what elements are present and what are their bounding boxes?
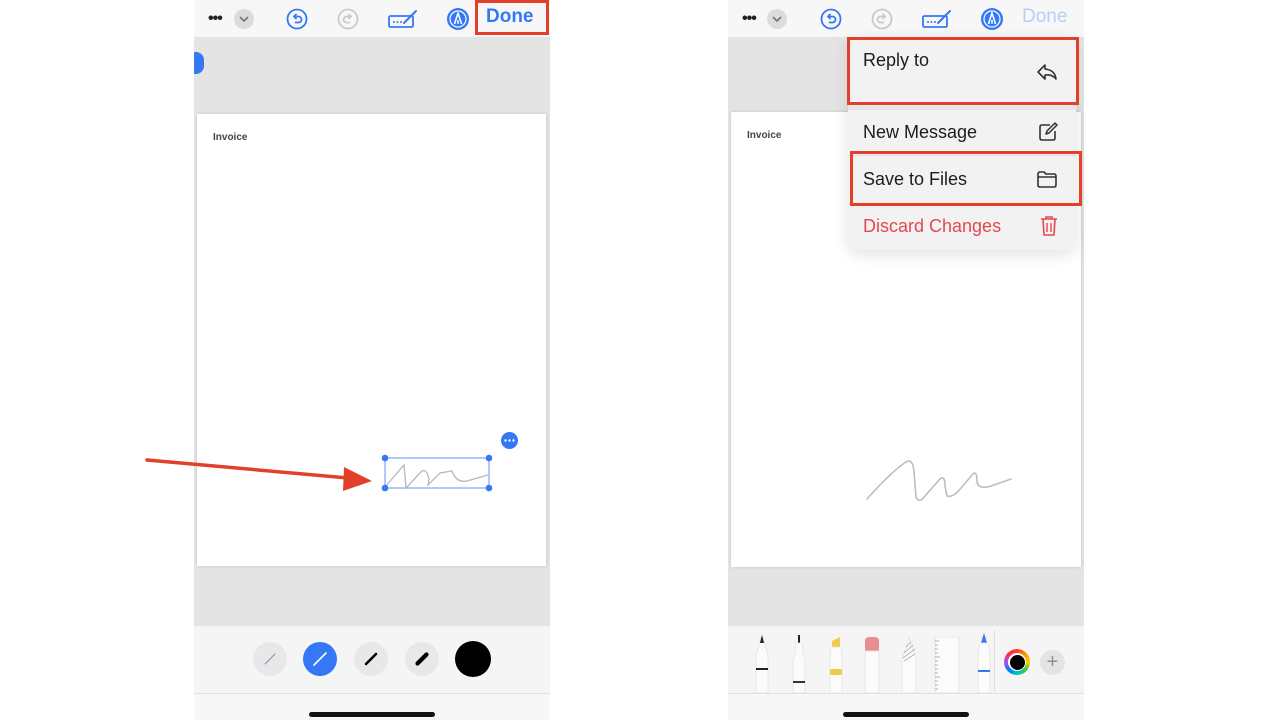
reply-icon	[1037, 64, 1057, 80]
selection-handle	[485, 454, 493, 462]
signature-drawing[interactable]	[861, 452, 1021, 512]
document-title: Invoice	[747, 130, 782, 141]
done-button[interactable]: Done	[486, 5, 534, 29]
stroke-thick-icon	[364, 652, 378, 666]
menu-item-label: Discard Changes	[863, 215, 1002, 236]
undo-icon	[820, 8, 842, 30]
markup-pen-button[interactable]	[446, 7, 470, 31]
chevron-down-button[interactable]	[234, 7, 254, 31]
undo-button[interactable]	[285, 7, 309, 31]
palette-divider	[994, 630, 995, 692]
trash-icon	[1041, 216, 1057, 236]
stroke-medium-icon	[313, 652, 327, 666]
menu-item-save-to-files[interactable]: Save to Files	[848, 156, 1076, 202]
stroke-thick-button[interactable]	[354, 642, 388, 676]
redo-icon	[337, 8, 359, 30]
pencil-tool-icon[interactable]	[899, 637, 919, 693]
selected-color-swatch	[1009, 654, 1025, 670]
done-options-menu: Reply to New Message Save to Files Disca…	[848, 38, 1076, 250]
home-area	[194, 694, 550, 720]
markup-toolbar-top: ••• Done	[728, 0, 1084, 38]
undo-button[interactable]	[819, 7, 843, 31]
done-button[interactable]: Done	[1022, 5, 1067, 29]
markup-toolbar-top: ••• Done	[194, 0, 550, 38]
menu-item-label: Save to Files	[863, 168, 968, 189]
selection-handle	[485, 484, 493, 492]
drawing-tools-palette: +	[728, 626, 1084, 694]
home-indicator[interactable]	[843, 712, 969, 717]
menu-item-reply-to[interactable]: Reply to	[848, 38, 1076, 102]
folder-icon	[1037, 171, 1057, 188]
menu-item-label: Reply to	[863, 50, 930, 70]
chevron-down-icon	[234, 9, 254, 29]
add-tool-button[interactable]: +	[1040, 650, 1065, 675]
right-phone-screen: ••• Done Invoice + Reply to New Message …	[728, 0, 1084, 720]
more-options-icon[interactable]	[501, 432, 518, 449]
stroke-width-toolbar	[194, 626, 550, 694]
menu-item-label: New Message	[863, 121, 978, 142]
color-picker-button[interactable]	[1004, 649, 1030, 675]
redo-button[interactable]	[336, 7, 360, 31]
signature-button[interactable]	[921, 7, 953, 31]
compose-icon	[1039, 122, 1058, 141]
page-thumbnail-handle[interactable]	[194, 52, 204, 74]
pen-tool-icon[interactable]	[752, 631, 772, 693]
redo-icon	[871, 8, 893, 30]
stroke-thin-button[interactable]	[253, 642, 287, 676]
fineliner-tool-icon[interactable]	[789, 633, 809, 693]
stroke-extra-thick-button[interactable]	[405, 642, 439, 676]
eraser-tool-icon[interactable]	[863, 637, 881, 693]
color-swatch-black[interactable]	[455, 641, 491, 677]
chevron-down-button[interactable]	[767, 7, 787, 31]
menu-item-new-message[interactable]: New Message	[848, 110, 1076, 154]
redo-button[interactable]	[870, 7, 894, 31]
stroke-medium-button[interactable]	[303, 642, 337, 676]
markup-pen-icon	[981, 8, 1003, 30]
signature-icon	[388, 10, 417, 28]
more-icon[interactable]: •••	[208, 7, 223, 31]
more-icon[interactable]: •••	[742, 7, 757, 31]
signature-button[interactable]	[387, 7, 419, 31]
color-picker-ring	[1008, 653, 1026, 671]
home-indicator[interactable]	[309, 712, 435, 717]
markup-pen-icon	[447, 8, 469, 30]
chevron-down-icon	[767, 9, 787, 29]
annotation-arrow	[145, 458, 372, 491]
signature-selection[interactable]	[381, 454, 493, 492]
selection-handle	[381, 484, 389, 492]
marker-tool-icon[interactable]	[976, 633, 992, 693]
menu-item-discard-changes[interactable]: Discard Changes	[848, 204, 1076, 248]
markup-pen-button[interactable]	[980, 7, 1004, 31]
signature-icon	[922, 10, 951, 28]
stroke-thin-icon	[264, 653, 276, 665]
home-area	[728, 694, 1084, 720]
document-title: Invoice	[213, 132, 248, 143]
undo-icon	[286, 8, 308, 30]
stroke-extra-thick-icon	[415, 652, 429, 666]
ruler-tool-icon[interactable]	[934, 637, 960, 693]
highlighter-tool-icon[interactable]	[826, 637, 846, 693]
document-page: Invoice	[197, 114, 546, 566]
document-canvas[interactable]: Invoice	[194, 38, 550, 626]
left-phone-screen: ••• Done Invoice	[194, 0, 550, 720]
selection-handle	[381, 454, 389, 462]
